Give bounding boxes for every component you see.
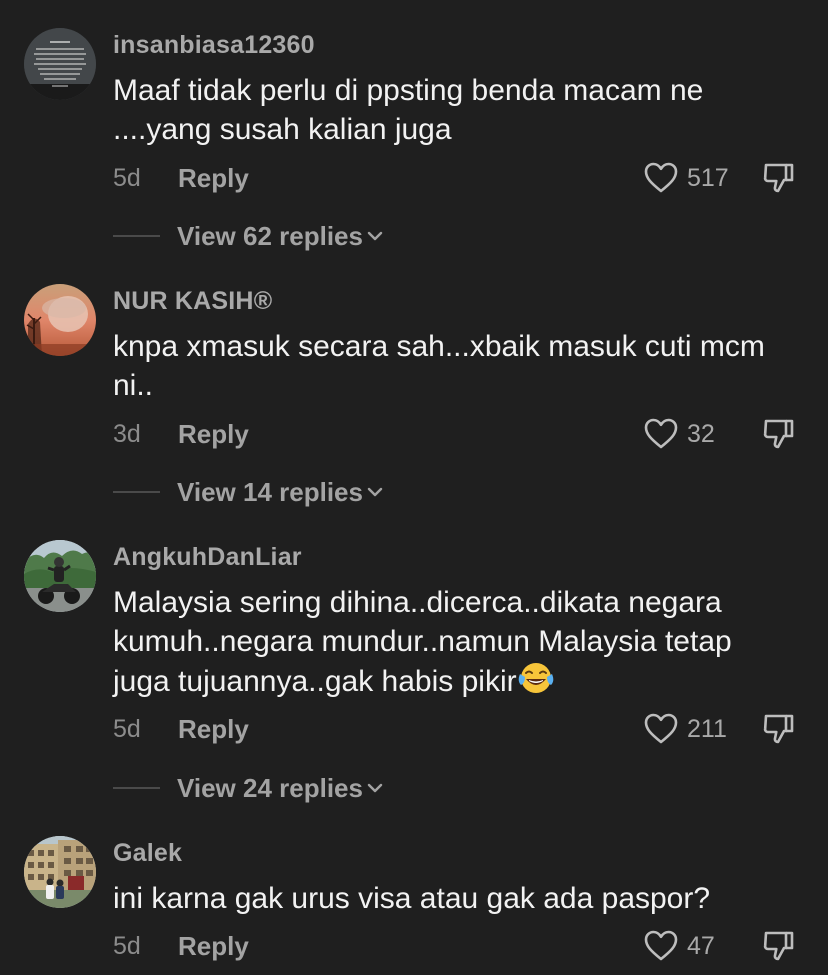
comment-text-line: ....yang susah kalian juga	[113, 113, 452, 146]
comment-meta: 5d Reply 47	[113, 930, 813, 962]
divider	[113, 787, 160, 789]
face-with-tears-of-joy-icon	[518, 663, 553, 693]
view-replies-text: View 14 replies	[177, 477, 363, 507]
avatar[interactable]	[24, 28, 96, 100]
like-button[interactable]: 517	[643, 160, 753, 196]
like-button[interactable]: 47	[643, 928, 753, 964]
like-count: 211	[687, 715, 727, 743]
chevron-down-icon	[367, 231, 383, 241]
thumbs-down-outline-icon[interactable]	[761, 160, 797, 196]
view-replies-text: View 24 replies	[177, 773, 363, 803]
comment-meta: 3d Reply 32	[113, 418, 813, 450]
building-couple-avatar-icon	[24, 836, 96, 908]
thumbs-down-outline-icon[interactable]	[761, 711, 797, 747]
comment-age: 5d	[113, 164, 141, 192]
comment-username[interactable]: AngkuhDanLiar	[113, 543, 302, 572]
view-replies-text: View 62 replies	[177, 221, 363, 251]
comment-text-line: juga tujuannya..gak habis pikir	[113, 665, 517, 698]
comment-username[interactable]: NUR KASIH®	[113, 287, 272, 316]
comment-text-line: kumuh..negara mundur..namun Malaysia tet…	[113, 625, 732, 658]
thumbs-down-outline-icon[interactable]	[761, 928, 797, 964]
reply-button[interactable]: Reply	[178, 930, 249, 962]
comment-meta: 5d Reply 517	[113, 162, 813, 194]
view-replies-label: View 14 replies	[177, 476, 384, 508]
avatar[interactable]	[24, 540, 96, 612]
like-count: 47	[687, 932, 715, 960]
comment-text-line: ni..	[113, 369, 154, 402]
comment-age: 5d	[113, 932, 141, 960]
heart-outline-icon	[644, 162, 678, 193]
reply-button[interactable]: Reply	[178, 713, 249, 745]
comment-text: Maaf tidak perlu di ppsting benda macam …	[113, 71, 803, 149]
view-replies-button[interactable]: View 14 replies	[113, 476, 513, 508]
chevron-down-icon	[367, 487, 383, 497]
comment-age: 3d	[113, 420, 141, 448]
comment-text-line: Maaf tidak perlu di ppsting benda macam …	[113, 74, 704, 107]
like-button[interactable]: 211	[643, 711, 753, 747]
reply-button[interactable]: Reply	[178, 162, 249, 194]
like-count: 517	[687, 164, 729, 192]
comment-text-line: ini karna gak urus visa atau gak ada pas…	[113, 882, 711, 915]
comment-meta: 5d Reply 211	[113, 713, 813, 745]
avatar[interactable]	[24, 836, 96, 908]
comment-text: ini karna gak urus visa atau gak ada pas…	[113, 879, 803, 918]
thumbs-down-outline-icon[interactable]	[761, 416, 797, 452]
heart-outline-icon	[644, 713, 678, 744]
like-count: 32	[687, 420, 715, 448]
text-quote-avatar-icon	[24, 28, 96, 100]
comment-age: 5d	[113, 715, 141, 743]
motorbike-rider-avatar-icon	[24, 540, 96, 612]
comment-text: knpa xmasuk secara sah...xbaik masuk cut…	[113, 327, 803, 405]
portrait-sunset-avatar-icon	[24, 284, 96, 356]
comment-text-line: Malaysia sering dihina..dicerca..dikata …	[113, 586, 722, 619]
chevron-down-icon	[367, 783, 383, 793]
view-replies-button[interactable]: View 62 replies	[113, 220, 513, 252]
comment-username[interactable]: insanbiasa12360	[113, 31, 315, 60]
avatar[interactable]	[24, 284, 96, 356]
view-replies-label: View 62 replies	[177, 220, 384, 252]
view-replies-label: View 24 replies	[177, 772, 384, 804]
comment-text-line: knpa xmasuk secara sah...xbaik masuk cut…	[113, 330, 765, 363]
view-replies-button[interactable]: View 24 replies	[113, 772, 513, 804]
comment-text: Malaysia sering dihina..dicerca..dikata …	[113, 583, 803, 701]
like-button[interactable]: 32	[643, 416, 753, 452]
heart-outline-icon	[644, 418, 678, 449]
divider	[113, 235, 160, 237]
comment-username[interactable]: Galek	[113, 839, 182, 868]
divider	[113, 491, 160, 493]
heart-outline-icon	[644, 930, 678, 961]
comment-text-line-with-emoji: juga tujuannya..gak habis pikir	[113, 661, 803, 701]
reply-button[interactable]: Reply	[178, 418, 249, 450]
